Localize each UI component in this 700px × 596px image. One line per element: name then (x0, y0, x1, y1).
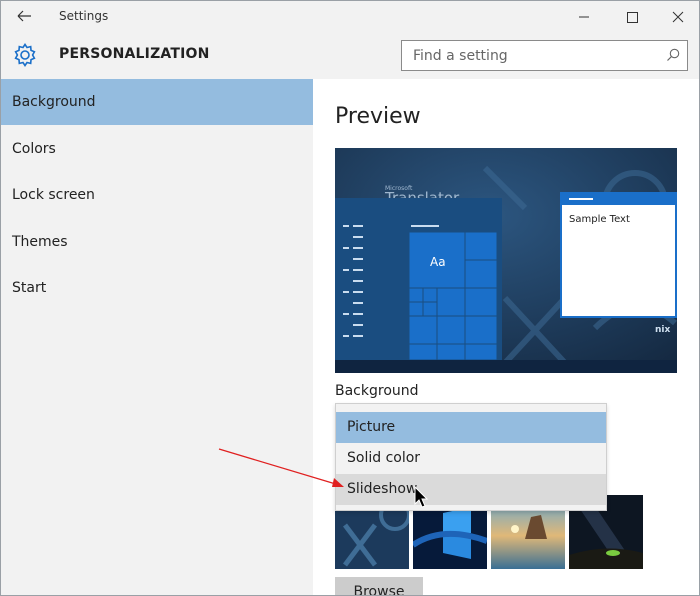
maximize-button[interactable] (609, 1, 655, 33)
maximize-icon (627, 12, 638, 23)
minimize-button[interactable] (561, 1, 607, 33)
main-content: Preview Microsoft Trans (313, 79, 699, 595)
sidebar-nav: Background Colors Lock screen Themes Sta… (1, 79, 313, 595)
sidebar-item-lock-screen[interactable]: Lock screen (1, 172, 313, 218)
sidebar-item-themes[interactable]: Themes (1, 219, 313, 265)
browse-button[interactable]: Browse (335, 577, 423, 595)
minimize-icon (579, 16, 589, 18)
background-label: Background (335, 383, 419, 399)
window-title: Settings (59, 9, 109, 23)
option-picture[interactable]: Picture (336, 412, 606, 443)
preview-wallpaper: Microsoft Translator (335, 148, 677, 373)
page-header: PERSONALIZATION (1, 33, 699, 79)
sidebar-item-start[interactable]: Start (1, 265, 313, 311)
search-box[interactable] (401, 40, 688, 71)
gear-icon (14, 43, 36, 67)
settings-window: Settings PERSONALIZATION Backg (0, 0, 700, 596)
close-button[interactable] (655, 1, 699, 33)
option-slideshow[interactable]: Slideshow (336, 474, 606, 505)
background-dropdown[interactable]: Picture Solid color Slideshow (335, 403, 607, 511)
preview-sample-text: Sample Text (569, 214, 630, 225)
search-input[interactable] (402, 41, 657, 70)
page-title: PERSONALIZATION (59, 46, 210, 62)
search-icon (667, 48, 680, 61)
preview-corner-mark: nix (655, 325, 670, 335)
option-solid-color[interactable]: Solid color (336, 443, 606, 474)
title-bar: Settings (1, 1, 699, 33)
preview-heading: Preview (335, 104, 421, 129)
close-icon (672, 11, 684, 23)
sidebar-item-background[interactable]: Background (1, 79, 313, 125)
tile-label: Aa (430, 255, 446, 269)
back-button[interactable] (9, 5, 39, 29)
desktop-preview: Microsoft Translator (335, 148, 677, 373)
back-arrow-icon (17, 10, 31, 22)
sidebar-item-colors[interactable]: Colors (1, 126, 313, 172)
